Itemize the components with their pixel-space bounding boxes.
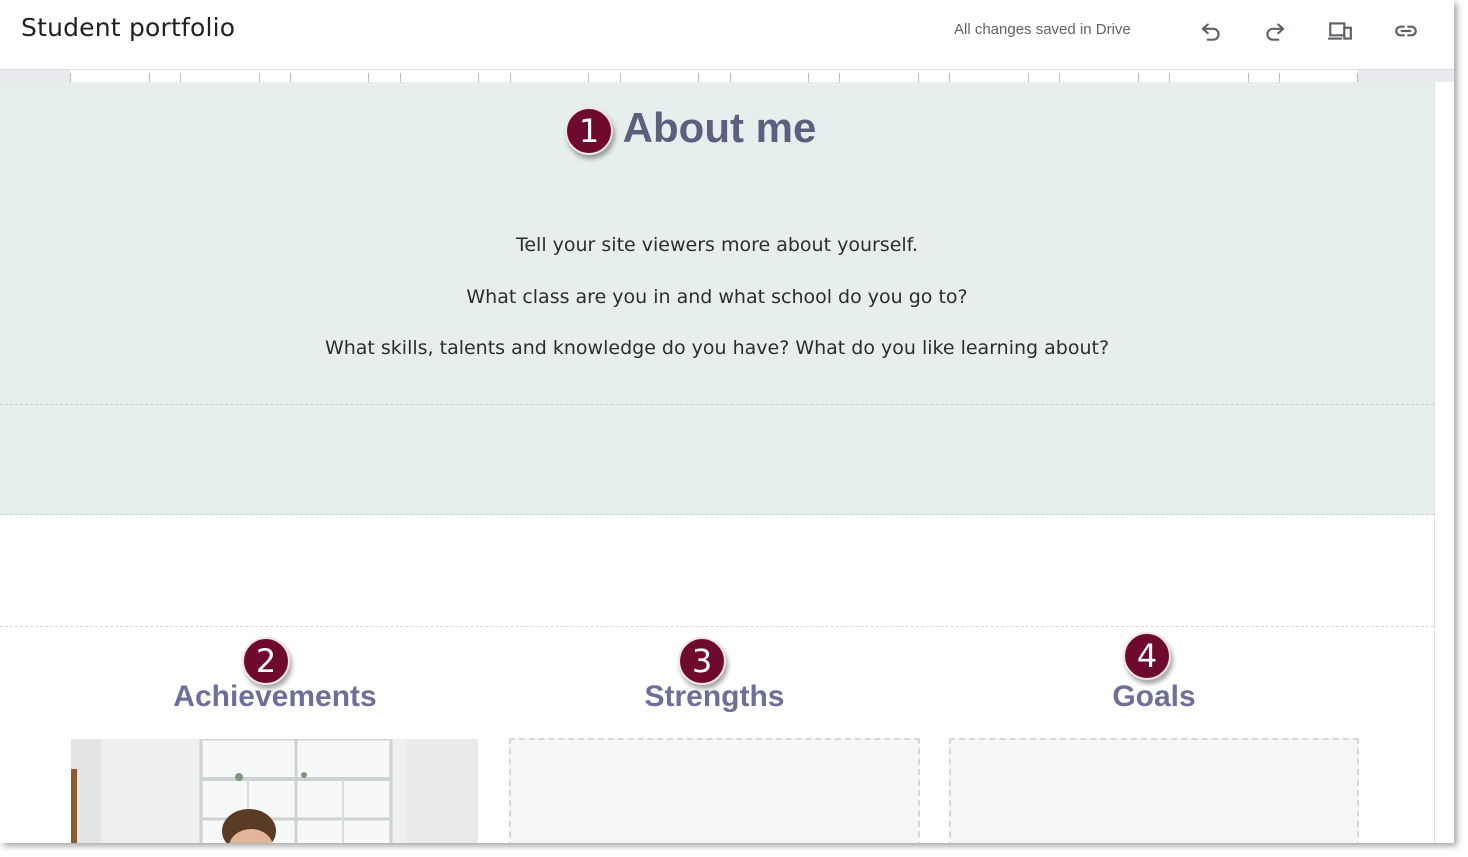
preview-button[interactable] bbox=[1323, 14, 1357, 48]
save-status: All changes saved in Drive bbox=[954, 21, 1131, 38]
about-section[interactable]: About me Tell your site viewers more abo… bbox=[0, 82, 1434, 515]
callout-badge-1: 1 bbox=[565, 107, 613, 155]
achievements-heading[interactable]: Achievements bbox=[70, 680, 480, 714]
section-divider bbox=[0, 626, 1434, 627]
about-text-line[interactable]: What class are you in and what school do… bbox=[0, 286, 1434, 308]
undo-button[interactable] bbox=[1194, 14, 1228, 48]
undo-icon bbox=[1201, 23, 1220, 41]
site-title[interactable]: Student portfolio bbox=[21, 13, 235, 42]
page-canvas[interactable]: About me Tell your site viewers more abo… bbox=[0, 82, 1434, 843]
top-app-bar: Student portfolio All changes saved in D… bbox=[0, 0, 1454, 70]
redo-icon bbox=[1266, 23, 1285, 41]
window-scene-image bbox=[71, 739, 478, 843]
goals-placeholder[interactable] bbox=[949, 738, 1359, 843]
redo-button[interactable] bbox=[1258, 14, 1292, 48]
strengths-placeholder[interactable] bbox=[509, 738, 920, 843]
ruler-grid bbox=[70, 70, 1358, 82]
about-text-line[interactable]: Tell your site viewers more about yourse… bbox=[0, 234, 1434, 256]
callout-badge-2: 2 bbox=[242, 637, 290, 685]
layout-ruler bbox=[0, 70, 1454, 82]
link-icon bbox=[1395, 25, 1417, 37]
callout-badge-4: 4 bbox=[1123, 632, 1171, 680]
vertical-scrollbar[interactable] bbox=[1434, 82, 1454, 843]
section-divider bbox=[0, 404, 1434, 405]
about-text-line[interactable]: What skills, talents and knowledge do yo… bbox=[0, 337, 1434, 359]
strengths-heading[interactable]: Strengths bbox=[509, 680, 920, 714]
ruler-ticks bbox=[70, 73, 1358, 82]
callout-badge-3: 3 bbox=[678, 637, 726, 685]
goals-heading[interactable]: Goals bbox=[949, 680, 1359, 714]
preview-devices-icon bbox=[1328, 22, 1352, 40]
about-heading[interactable]: About me bbox=[0, 104, 1434, 152]
copy-link-button[interactable] bbox=[1389, 14, 1423, 48]
app-window: Student portfolio All changes saved in D… bbox=[0, 0, 1454, 843]
achievements-photo[interactable] bbox=[71, 739, 478, 843]
